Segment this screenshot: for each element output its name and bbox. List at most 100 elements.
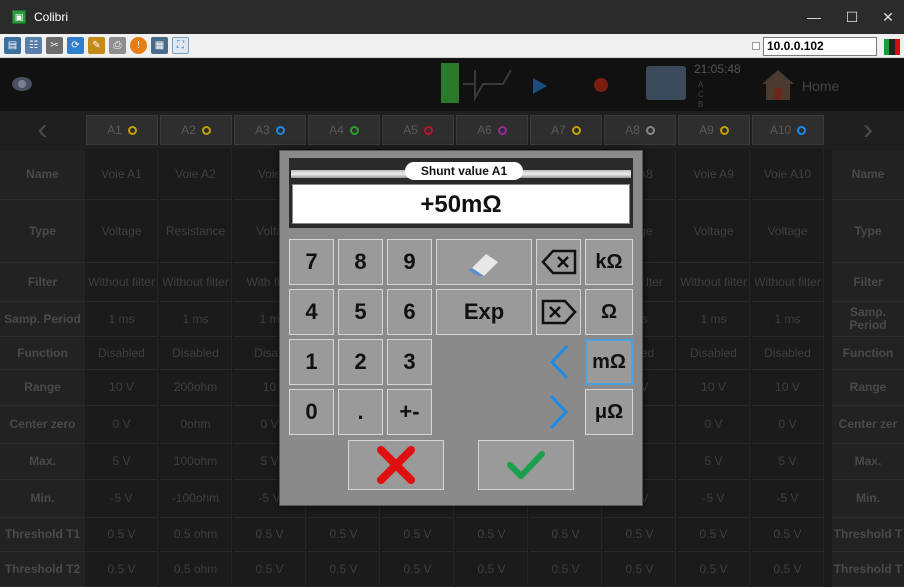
- key-8[interactable]: 8: [338, 239, 383, 285]
- key-5[interactable]: 5: [338, 289, 383, 335]
- signal-wave-icon[interactable]: [463, 66, 515, 102]
- table-cell[interactable]: -100ohm: [160, 480, 232, 518]
- play-icon[interactable]: [533, 78, 547, 94]
- key-0[interactable]: 0: [289, 389, 334, 435]
- next-channels-arrow-icon[interactable]: ›: [832, 111, 904, 149]
- table-cell[interactable]: Voie A1: [86, 150, 158, 200]
- cursor-right-button[interactable]: [536, 389, 581, 435]
- delete-forward-button[interactable]: [536, 289, 581, 335]
- table-cell[interactable]: Voie A9: [678, 150, 750, 200]
- tools-icon[interactable]: ✂: [46, 37, 63, 54]
- channel-tab-a4[interactable]: A4: [308, 115, 380, 145]
- channel-tab-a3[interactable]: A3: [234, 115, 306, 145]
- table-cell[interactable]: 5 V: [86, 444, 158, 480]
- channel-tab-a9[interactable]: A9: [678, 115, 750, 145]
- channel-tab-a7[interactable]: A7: [530, 115, 602, 145]
- table-cell[interactable]: 0.5 V: [308, 552, 380, 587]
- table-cell[interactable]: Voltage: [86, 200, 158, 263]
- table-cell[interactable]: 1 ms: [678, 302, 750, 337]
- table-cell[interactable]: 0.5 V: [752, 518, 824, 552]
- table-cell[interactable]: 0.5 V: [86, 518, 158, 552]
- maximize-button[interactable]: ☐: [834, 0, 870, 34]
- app-screen-icon[interactable]: ▤: [4, 37, 21, 54]
- table-cell[interactable]: 0.5 ohm: [160, 552, 232, 587]
- table-cell[interactable]: Without filter: [678, 263, 750, 302]
- key-4[interactable]: 4: [289, 289, 334, 335]
- table-cell[interactable]: 0.5 V: [604, 518, 676, 552]
- fullscreen-icon[interactable]: ⛶: [172, 37, 189, 54]
- close-button[interactable]: ✕: [870, 0, 904, 34]
- table-cell[interactable]: Disabled: [678, 337, 750, 370]
- table-cell[interactable]: Without filter: [86, 263, 158, 302]
- unit-kohm-button[interactable]: kΩ: [585, 239, 633, 285]
- channel-tab-a6[interactable]: A6: [456, 115, 528, 145]
- key-6[interactable]: 6: [387, 289, 432, 335]
- table-cell[interactable]: 0 V: [86, 406, 158, 444]
- key-1[interactable]: 1: [289, 339, 334, 385]
- table-cell[interactable]: 1 ms: [752, 302, 824, 337]
- table-cell[interactable]: 0.5 V: [678, 552, 750, 587]
- clear-button[interactable]: [436, 239, 532, 285]
- channel-tab-a1[interactable]: A1: [86, 115, 158, 145]
- table-cell[interactable]: 0ohm: [160, 406, 232, 444]
- table-cell[interactable]: Voie A10: [752, 150, 824, 200]
- table-cell[interactable]: 100ohm: [160, 444, 232, 480]
- table-cell[interactable]: Voltage: [678, 200, 750, 263]
- backspace-button[interactable]: [536, 239, 581, 285]
- table-cell[interactable]: 0.5 V: [604, 552, 676, 587]
- table-cell[interactable]: 0.5 V: [678, 518, 750, 552]
- key-2[interactable]: 2: [338, 339, 383, 385]
- cursor-left-button[interactable]: [536, 339, 581, 385]
- unit-uohm-button[interactable]: μΩ: [585, 389, 633, 435]
- table-cell[interactable]: Voltage: [752, 200, 824, 263]
- key-7[interactable]: 7: [289, 239, 334, 285]
- table-cell[interactable]: Disabled: [86, 337, 158, 370]
- table-cell[interactable]: 1 ms: [160, 302, 232, 337]
- table-cell[interactable]: Disabled: [160, 337, 232, 370]
- table-cell[interactable]: 0.5 V: [752, 552, 824, 587]
- table-cell[interactable]: 10 V: [86, 370, 158, 406]
- key-9[interactable]: 9: [387, 239, 432, 285]
- monitor-icon[interactable]: [646, 66, 686, 100]
- key-dot[interactable]: .: [338, 389, 383, 435]
- table-cell[interactable]: 5 V: [752, 444, 824, 480]
- refresh-icon[interactable]: ⟳: [67, 37, 84, 54]
- network-icon[interactable]: ▦: [151, 37, 168, 54]
- paint-icon[interactable]: ✎: [88, 37, 105, 54]
- table-cell[interactable]: 1 ms: [86, 302, 158, 337]
- key-3[interactable]: 3: [387, 339, 432, 385]
- table-cell[interactable]: Disabled: [752, 337, 824, 370]
- table-cell[interactable]: 0 V: [678, 406, 750, 444]
- ok-button[interactable]: [478, 440, 574, 490]
- table-cell[interactable]: 0.5 V: [530, 518, 602, 552]
- unit-ohm-button[interactable]: Ω: [585, 289, 633, 335]
- table-cell[interactable]: 200ohm: [160, 370, 232, 406]
- table-cell[interactable]: Without filter: [752, 263, 824, 302]
- table-cell[interactable]: Resistance: [160, 200, 232, 263]
- power-plug-icon[interactable]: [441, 63, 459, 103]
- table-cell[interactable]: 0.5 V: [86, 552, 158, 587]
- table-cell[interactable]: 0.5 V: [234, 518, 306, 552]
- table-cell[interactable]: 0.5 V: [382, 552, 454, 587]
- eye-icon[interactable]: [11, 73, 33, 95]
- home-icon[interactable]: [760, 66, 796, 102]
- minimize-button[interactable]: —: [796, 0, 832, 34]
- ip-address-field[interactable]: 10.0.0.102: [763, 37, 877, 56]
- tree-icon[interactable]: ☷: [25, 37, 42, 54]
- table-cell[interactable]: 0.5 V: [382, 518, 454, 552]
- table-cell[interactable]: 0.5 V: [308, 518, 380, 552]
- table-cell[interactable]: 10 V: [752, 370, 824, 406]
- table-cell[interactable]: 0 V: [752, 406, 824, 444]
- table-cell[interactable]: Voie A2: [160, 150, 232, 200]
- key-plus-minus[interactable]: +-: [387, 389, 432, 435]
- record-icon[interactable]: [594, 78, 608, 92]
- table-cell[interactable]: 5 V: [678, 444, 750, 480]
- table-cell[interactable]: 0.5 V: [530, 552, 602, 587]
- channel-tab-a5[interactable]: A5: [382, 115, 454, 145]
- cancel-button[interactable]: [348, 440, 444, 490]
- table-cell[interactable]: 0.5 V: [456, 552, 528, 587]
- table-cell[interactable]: -5 V: [752, 480, 824, 518]
- channel-tab-a10[interactable]: A10: [752, 115, 824, 145]
- table-cell[interactable]: -5 V: [86, 480, 158, 518]
- table-cell[interactable]: 0.5 ohm: [160, 518, 232, 552]
